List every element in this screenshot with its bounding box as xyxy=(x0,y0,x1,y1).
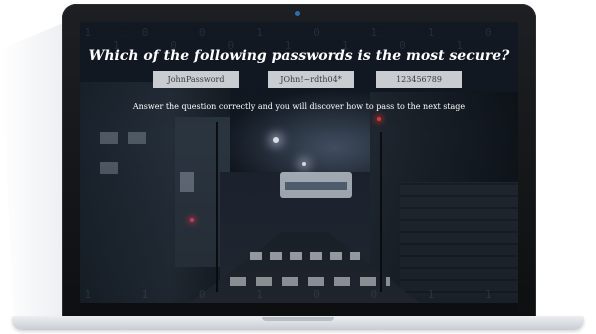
quiz-question: Which of the following passwords is the … xyxy=(88,48,510,64)
password-option-1[interactable]: JohnPassword xyxy=(153,71,239,88)
webcam-icon xyxy=(295,11,300,16)
quiz-hint: Answer the question correctly and you wi… xyxy=(132,102,466,111)
password-option-3[interactable]: 123456789 xyxy=(376,71,462,88)
laptop-screen: 1 0 0 1 0 1 1 0 1 0 0 1 1 0 1 1 1 0 1 0 … xyxy=(80,22,518,303)
laptop-shadow xyxy=(0,20,70,316)
screen-overlay xyxy=(80,22,518,303)
password-option-2[interactable]: JOhn!~rdth04* xyxy=(268,71,354,88)
binary-decoration: 1 1 0 1 0 0 1 1 0 1 0 1 0 xyxy=(84,288,514,303)
laptop-opening-notch xyxy=(262,317,334,321)
